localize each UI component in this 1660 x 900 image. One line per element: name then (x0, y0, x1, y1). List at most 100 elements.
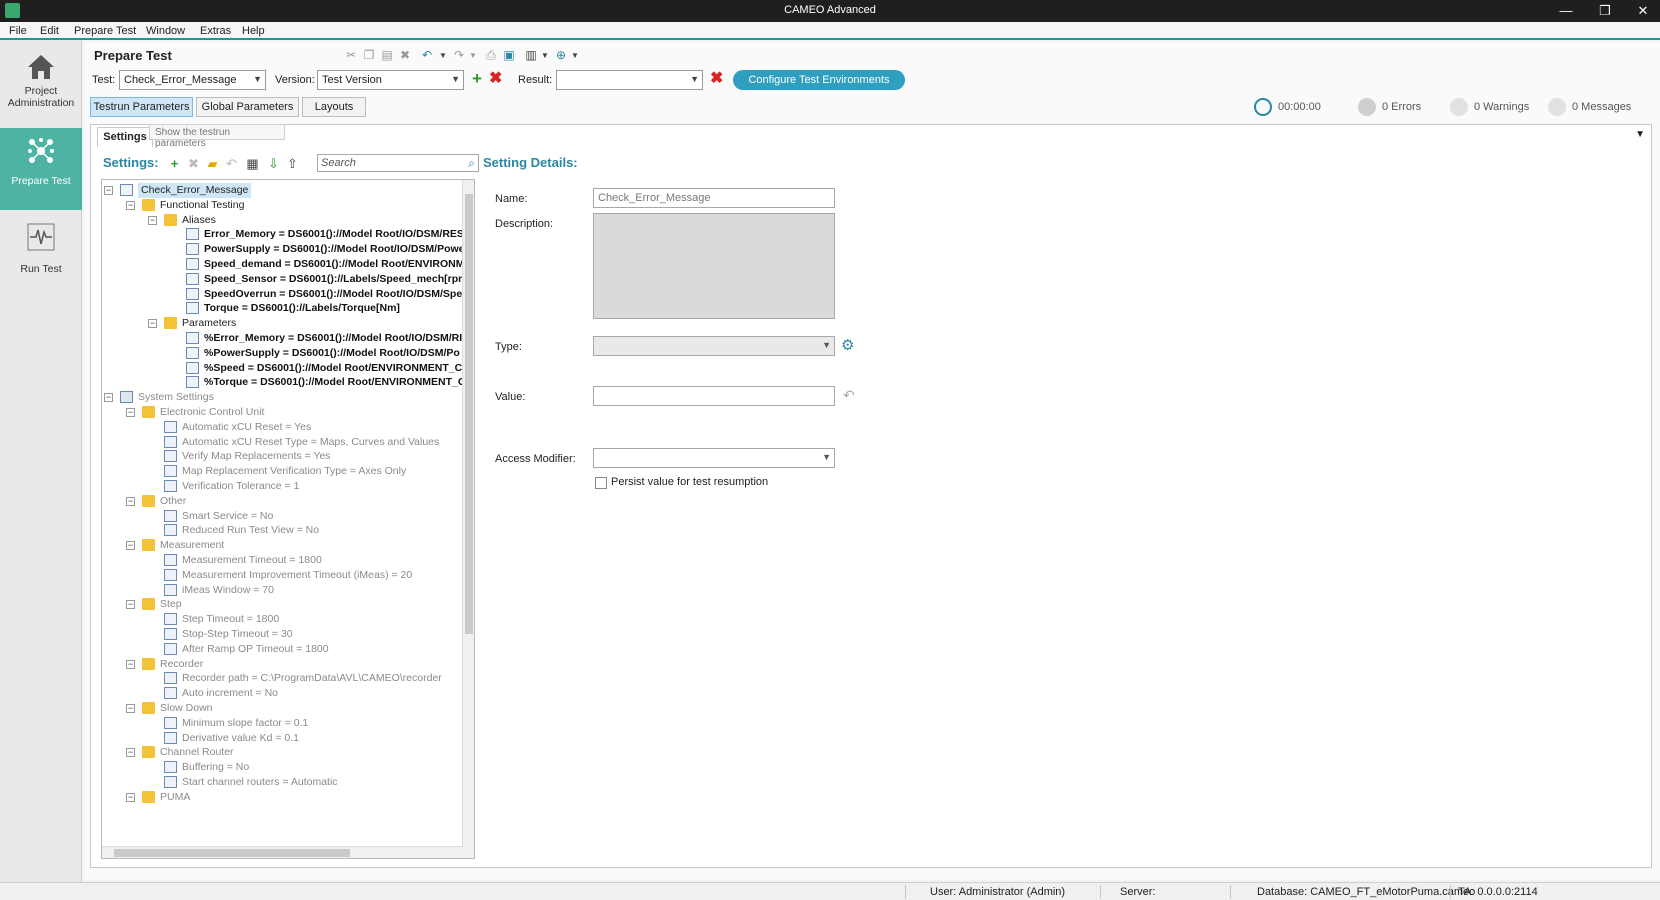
tab-global-parameters[interactable]: Global Parameters (196, 97, 299, 117)
cut-icon[interactable]: ✂ (344, 48, 358, 62)
collapse-toggle-icon[interactable]: − (126, 748, 135, 758)
copy-icon[interactable]: ❐ (362, 48, 376, 62)
tree-row[interactable]: Auto increment = No (102, 686, 462, 701)
menu-edit[interactable]: Edit (40, 25, 59, 37)
tree-row[interactable]: Verify Map Replacements = Yes (102, 449, 462, 464)
tab-testrun-parameters[interactable]: Testrun Parameters (90, 97, 193, 117)
tree-row[interactable]: Speed_demand = DS6001()://Model Root/ENV… (102, 257, 465, 272)
tree-row[interactable]: Recorder path = C:\ProgramData\AVL\CAMEO… (102, 671, 462, 686)
collapse-toggle-icon[interactable]: − (148, 319, 157, 329)
remove-setting-icon[interactable]: ✖ (186, 156, 201, 171)
menu-prepare-test[interactable]: Prepare Test (74, 25, 136, 37)
redo-icon[interactable]: ↷ (452, 48, 466, 62)
print-icon[interactable]: ⎙ (484, 48, 498, 62)
collapse-toggle-icon[interactable]: − (126, 704, 135, 713)
restore-button[interactable]: ❐ (1594, 2, 1616, 20)
import-icon[interactable]: ⇩ (266, 156, 281, 171)
panel-menu-icon[interactable]: ▼ (1635, 129, 1645, 140)
tree-row[interactable]: Automatic xCU Reset Type = Maps, Curves … (102, 435, 462, 450)
tree-row[interactable]: Speed_Sensor = DS6001()://Labels/Speed_m… (102, 272, 471, 287)
tree-row[interactable]: %Error_Memory = DS6001()://Model Root/IO… (102, 331, 462, 346)
add-setting-icon[interactable]: + (167, 156, 182, 171)
description-field[interactable] (593, 213, 835, 319)
add-folder-icon[interactable]: ▰ (205, 156, 220, 171)
close-window-button[interactable]: ✕ (1632, 2, 1654, 20)
result-select[interactable]: ▼ (556, 70, 703, 90)
redo-dropdown-icon[interactable]: ▼ (466, 51, 480, 65)
type-select[interactable]: ▼ (593, 336, 835, 356)
collapse-toggle-icon[interactable]: − (126, 600, 135, 610)
access-modifier-select[interactable]: ▼ (593, 448, 835, 468)
tree-row[interactable]: Start channel routers = Automatic (102, 775, 462, 790)
tree-row[interactable]: Measurement Improvement Timeout (iMeas) … (102, 568, 462, 583)
menu-file[interactable]: File (9, 25, 27, 37)
value-field[interactable] (593, 386, 835, 406)
test-select[interactable]: Check_Error_Message ▼ (119, 70, 266, 90)
tree-row[interactable]: Buffering = No (102, 760, 462, 775)
nav-prepare-test[interactable]: Prepare Test (0, 128, 82, 210)
nav-run-test[interactable]: Run Test (0, 212, 82, 284)
network-dropdown-icon[interactable]: ▼ (568, 51, 582, 65)
nav-project-administration[interactable]: Project Administration (0, 50, 82, 126)
collapse-toggle-icon[interactable]: − (104, 186, 113, 195)
tab-layouts[interactable]: Layouts (302, 97, 366, 117)
tree-row[interactable]: − Electronic Control Unit (102, 405, 462, 420)
tree-row[interactable]: − Functional Testing (102, 198, 462, 213)
tree-row[interactable]: − Channel Router (102, 745, 462, 760)
tree-row[interactable]: − PUMA (102, 790, 462, 805)
collapse-toggle-icon[interactable]: − (126, 659, 135, 669)
tree-row[interactable]: − Measurement (102, 538, 462, 553)
collapse-toggle-icon[interactable]: − (126, 200, 135, 210)
tree-row[interactable]: Measurement Timeout = 1800 (102, 553, 462, 568)
menu-help[interactable]: Help (242, 25, 265, 37)
tree-row[interactable]: Minimum slope factor = 0.1 (102, 716, 462, 731)
tree-row[interactable]: Smart Service = No (102, 509, 462, 524)
export-icon[interactable]: ▥ (524, 48, 538, 62)
collapse-toggle-icon[interactable]: − (126, 541, 135, 551)
configure-test-environments-button[interactable]: Configure Test Environments (733, 70, 905, 90)
tree-row[interactable]: − Other (102, 494, 462, 509)
tree-row[interactable]: PowerSupply = DS6001()://Model Root/IO/D… (102, 242, 465, 257)
tree-row[interactable]: %Torque = DS6001()://Model Root/ENVIRONM… (102, 375, 465, 390)
export-settings-icon[interactable]: ⇧ (285, 156, 300, 171)
tree-row[interactable]: Torque = DS6001()://Labels/Torque[Nm] (102, 301, 462, 316)
version-select[interactable]: Test Version ▼ (317, 70, 464, 90)
save-icon[interactable]: ▣ (502, 48, 516, 62)
export-dropdown-icon[interactable]: ▼ (538, 51, 552, 65)
tree-row[interactable]: − Slow Down (102, 701, 462, 716)
settings-search-input[interactable]: Search ⌕ (317, 154, 479, 172)
tree-row[interactable]: Verification Tolerance = 1 (102, 479, 462, 494)
tree-row[interactable]: Stop-Step Timeout = 30 (102, 627, 462, 642)
revert-icon[interactable]: ↶ (224, 156, 239, 171)
tree-row[interactable]: − System Settings (102, 390, 462, 405)
network-icon[interactable]: ⊕ (554, 48, 568, 62)
gear-icon[interactable]: ⚙ (841, 338, 857, 354)
delete-version-icon[interactable]: ✖ (489, 70, 502, 88)
tree-row[interactable]: Derivative value Kd = 0.1 (102, 731, 462, 746)
scrollbar-thumb[interactable] (114, 849, 350, 857)
tree-row[interactable]: After Ramp OP Timeout = 1800 (102, 642, 462, 657)
tree-row[interactable]: − Check_Error_Message (102, 183, 462, 198)
collapse-toggle-icon[interactable]: − (104, 393, 113, 403)
tree-row[interactable]: − Aliases (102, 213, 462, 228)
scrollbar-thumb[interactable] (465, 194, 473, 634)
minimize-button[interactable]: — (1555, 2, 1577, 20)
menu-extras[interactable]: Extras (200, 25, 231, 37)
collapse-toggle-icon[interactable]: − (126, 792, 135, 802)
collapse-toggle-icon[interactable]: − (148, 215, 157, 225)
tree-row[interactable]: Error_Memory = DS6001()://Model Root/IO/… (102, 227, 464, 242)
undo-dropdown-icon[interactable]: ▼ (436, 51, 450, 65)
tree-row[interactable]: %Speed = DS6001()://Model Root/ENVIRONME… (102, 361, 470, 376)
tree-row[interactable]: SpeedOverrun = DS6001()://Model Root/IO/… (102, 287, 462, 302)
collapse-toggle-icon[interactable]: − (126, 496, 135, 506)
tree-row[interactable]: Map Replacement Verification Type = Axes… (102, 464, 462, 479)
tree-row[interactable]: Automatic xCU Reset = Yes (102, 420, 462, 435)
tree-horizontal-scrollbar[interactable] (102, 846, 464, 858)
search-icon[interactable]: ⌕ (468, 156, 475, 171)
tree-vertical-scrollbar[interactable] (462, 180, 474, 858)
tree-row[interactable]: Step Timeout = 1800 (102, 612, 462, 627)
delete-result-icon[interactable]: ✖ (710, 70, 723, 88)
tree-row[interactable]: − Step (102, 597, 462, 612)
table-view-icon[interactable]: ▦ (245, 156, 260, 171)
collapse-toggle-icon[interactable]: − (126, 408, 135, 417)
